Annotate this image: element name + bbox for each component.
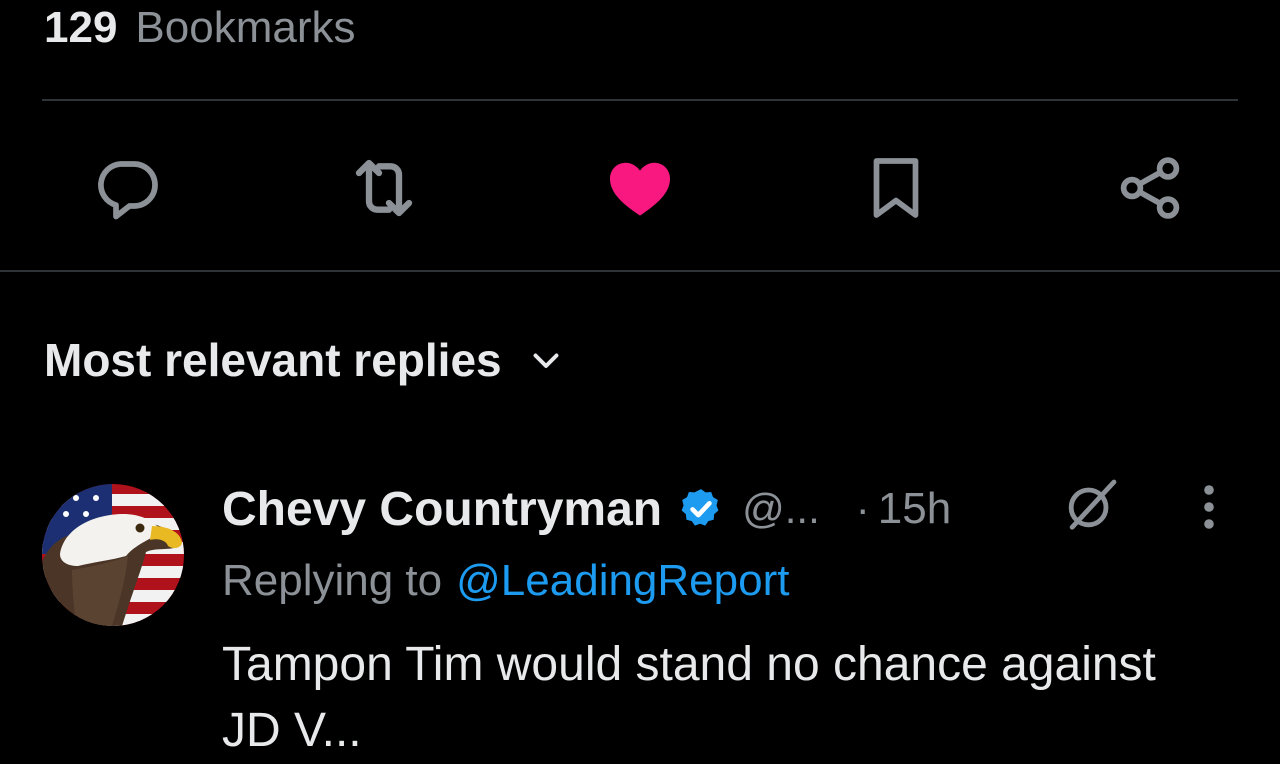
heart-icon bbox=[604, 152, 676, 224]
reply-button[interactable] bbox=[86, 146, 170, 230]
verified-badge-icon bbox=[678, 486, 724, 532]
avatar[interactable] bbox=[42, 484, 184, 626]
bookmark-button[interactable] bbox=[854, 146, 938, 230]
more-options-button[interactable] bbox=[1186, 484, 1232, 534]
bookmarks-count: 129 bbox=[44, 3, 118, 52]
reply-post[interactable]: Chevy Countryman @... · 15h Replying to … bbox=[0, 470, 1280, 757]
eagle-flag-avatar-image bbox=[42, 484, 184, 626]
grok-button[interactable] bbox=[1058, 474, 1124, 540]
replying-to: Replying to @LeadingReport bbox=[222, 552, 789, 610]
action-bar bbox=[0, 146, 1280, 230]
bookmarks-label: Bookmarks bbox=[135, 3, 356, 52]
more-vertical-icon bbox=[1202, 483, 1216, 536]
chevron-down-icon bbox=[528, 342, 564, 378]
replying-to-handle-link[interactable]: @LeadingReport bbox=[456, 556, 789, 606]
replying-to-label: Replying to bbox=[222, 556, 443, 605]
author-handle[interactable]: @... bbox=[742, 485, 820, 533]
dot-separator: · bbox=[855, 485, 870, 532]
share-button[interactable] bbox=[1108, 146, 1192, 230]
share-icon bbox=[1114, 152, 1186, 224]
reply-icon bbox=[92, 152, 164, 224]
reply-sort-label: Most relevant replies bbox=[44, 334, 502, 386]
grok-icon bbox=[1062, 476, 1120, 539]
reply-header: Chevy Countryman @... · 15h bbox=[222, 476, 951, 542]
like-button[interactable] bbox=[598, 146, 682, 230]
repost-icon bbox=[344, 148, 424, 228]
author-name[interactable]: Chevy Countryman bbox=[222, 482, 662, 537]
bookmarks-stat[interactable]: 129 Bookmarks bbox=[44, 0, 356, 56]
bookmark-icon bbox=[860, 152, 932, 224]
post-timestamp[interactable]: 15h bbox=[878, 484, 951, 534]
reply-sort-dropdown[interactable]: Most relevant replies bbox=[44, 330, 564, 390]
repost-button[interactable] bbox=[342, 146, 426, 230]
reply-text: Tampon Tim would stand no chance against… bbox=[222, 638, 1156, 757]
divider bbox=[42, 99, 1238, 101]
divider bbox=[0, 270, 1280, 272]
